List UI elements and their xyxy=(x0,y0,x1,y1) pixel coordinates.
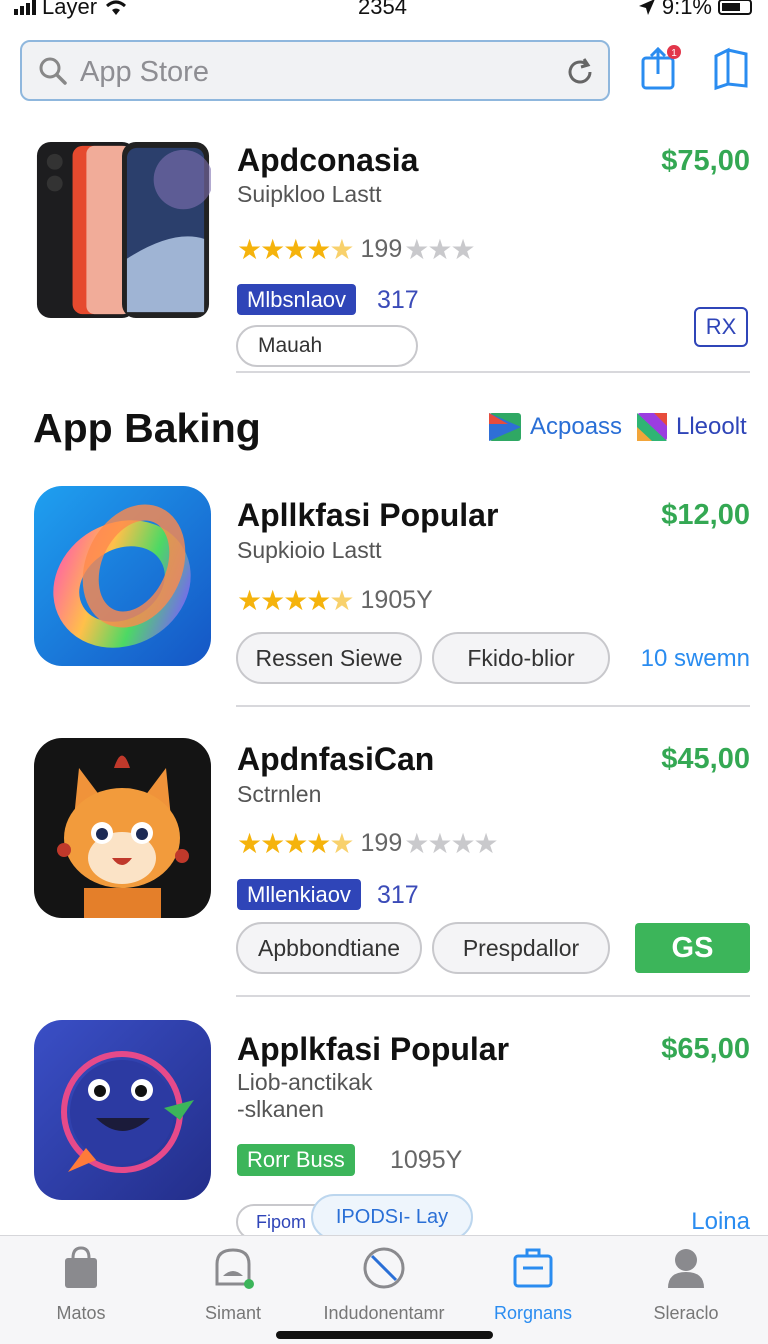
briefcase-icon xyxy=(513,1248,553,1288)
app-title: ApdnfasiCan xyxy=(237,741,435,777)
app-pill-1[interactable]: Apbbondtiane xyxy=(236,922,422,974)
no-sign-icon xyxy=(363,1247,405,1289)
monster-app-icon xyxy=(34,1020,211,1200)
app-price[interactable]: $12,00 xyxy=(661,499,750,532)
app-title: Applkfasi Popular xyxy=(237,1031,510,1067)
tab-rorgnans[interactable]: Rorgnans xyxy=(458,1246,608,1324)
rating-count: 199 xyxy=(360,235,403,263)
corner-button[interactable]: RX xyxy=(694,307,748,347)
app-link[interactable]: 10 swemn xyxy=(641,645,750,673)
get-button[interactable]: GS xyxy=(635,923,750,973)
section-link-2[interactable]: Lleoolt xyxy=(636,412,747,442)
wifi-icon xyxy=(106,0,127,15)
app-price[interactable]: $65,00 xyxy=(661,1033,750,1066)
empty-star-icon: ★★★ xyxy=(404,234,475,265)
color-tile-icon xyxy=(637,413,667,441)
star-icon: ★★★★ xyxy=(237,828,331,859)
empty-star-icon: ★★★★ xyxy=(404,828,498,859)
signal-icon xyxy=(14,0,36,15)
tab-label: Matos xyxy=(56,1303,106,1323)
app-subtitle-1: Liob-anctikak xyxy=(237,1069,373,1095)
battery-percent: 9:1% xyxy=(661,0,712,19)
app-chip-2[interactable]: IPODSı- Lay xyxy=(311,1194,473,1240)
divider xyxy=(236,705,750,707)
home-indicator xyxy=(276,1331,493,1339)
app-link[interactable]: Loina xyxy=(691,1208,750,1236)
divider xyxy=(236,995,750,997)
app-subtitle: Sctrnlen xyxy=(237,781,322,807)
featured-subtitle: Suipkloo Lastt xyxy=(237,181,382,207)
featured-badge: Mlbsnlaov xyxy=(237,284,357,315)
app-badge-number: 317 xyxy=(377,881,419,909)
section-link-1[interactable]: Acpoass xyxy=(488,412,622,442)
app-icon-ring xyxy=(34,486,211,666)
app-price[interactable]: $45,00 xyxy=(661,743,750,776)
status-right: 9:1% xyxy=(638,0,752,20)
location-icon xyxy=(638,0,655,15)
featured-title: Apdconasia xyxy=(237,142,419,178)
search-bar[interactable]: App Store xyxy=(20,40,610,101)
app-rating: ★★★★ ★ 1905Y xyxy=(237,584,435,617)
battery-icon xyxy=(718,0,752,15)
search-icon xyxy=(39,57,67,85)
section-link-label-1: Acpoass xyxy=(530,413,623,440)
section-link-label-2: Lleoolt xyxy=(676,413,747,440)
share-icon[interactable]: 1 xyxy=(637,44,681,92)
person-icon xyxy=(668,1249,704,1288)
rating-count: 199 xyxy=(360,829,403,857)
tab-indudonentamr[interactable]: Indudonentamr xyxy=(309,1246,459,1324)
tab-label: Indudonentamr xyxy=(323,1303,445,1323)
app-subtitle: Supkioio Lastt xyxy=(237,537,382,563)
app-pill-2[interactable]: Prespdallor xyxy=(432,922,610,974)
bag-icon xyxy=(65,1246,97,1288)
search-placeholder: App Store xyxy=(80,56,209,88)
fox-app-icon xyxy=(34,738,211,918)
carrier-label: Layer xyxy=(42,0,98,19)
half-star-icon: ★ xyxy=(329,828,354,859)
half-star-icon: ★ xyxy=(329,234,354,265)
app-title: Apllkfasi Popular xyxy=(237,497,499,533)
tab-label: Sleraclo xyxy=(653,1303,719,1323)
tab-matos[interactable]: Matos xyxy=(6,1246,156,1324)
tab-label: Rorgnans xyxy=(493,1303,573,1323)
app-pill-1[interactable]: Ressen Siewe xyxy=(236,632,422,684)
featured-price[interactable]: $75,00 xyxy=(661,145,750,178)
notification-count: 1 xyxy=(671,48,677,59)
book-icon[interactable] xyxy=(710,44,754,92)
divider xyxy=(236,371,750,373)
tab-sleraclo[interactable]: Sleraclo xyxy=(611,1246,761,1324)
bell-icon xyxy=(215,1248,254,1289)
play-store-icon xyxy=(489,413,521,441)
status-left: Layer xyxy=(14,0,129,20)
reload-icon[interactable] xyxy=(564,56,596,88)
app-badge: Mllenkiaov xyxy=(237,879,361,910)
phone-image xyxy=(36,141,211,319)
rating-count: 1905Y xyxy=(360,586,433,614)
tab-label: Simant xyxy=(204,1303,262,1323)
half-star-icon: ★ xyxy=(329,585,354,616)
tab-bar: Matos Simant Indudonentamr Rorgnans Sler… xyxy=(0,1235,768,1344)
app-rating: ★★★★ ★ 199 ★★★★ xyxy=(237,827,499,860)
app-pill-2[interactable]: Fkido-blior xyxy=(432,632,610,684)
app-subtitle-2: -slkanen xyxy=(237,1096,324,1122)
app-badge: Rorr Buss xyxy=(237,1144,355,1176)
featured-badge-number: 317 xyxy=(377,286,419,314)
star-icon: ★★★★ xyxy=(237,585,331,616)
clock: 2354 xyxy=(358,0,407,19)
section-title: App Baking xyxy=(33,405,261,451)
featured-rating: ★★★★ ★ 199 ★★★ xyxy=(237,233,476,266)
tab-simant[interactable]: Simant xyxy=(158,1246,308,1324)
featured-chip[interactable]: Mauah xyxy=(236,325,418,367)
star-icon: ★★★★ xyxy=(237,234,331,265)
rating-count: 1095Y xyxy=(390,1146,463,1174)
status-bar: Layer 2354 9:1% xyxy=(0,0,768,30)
